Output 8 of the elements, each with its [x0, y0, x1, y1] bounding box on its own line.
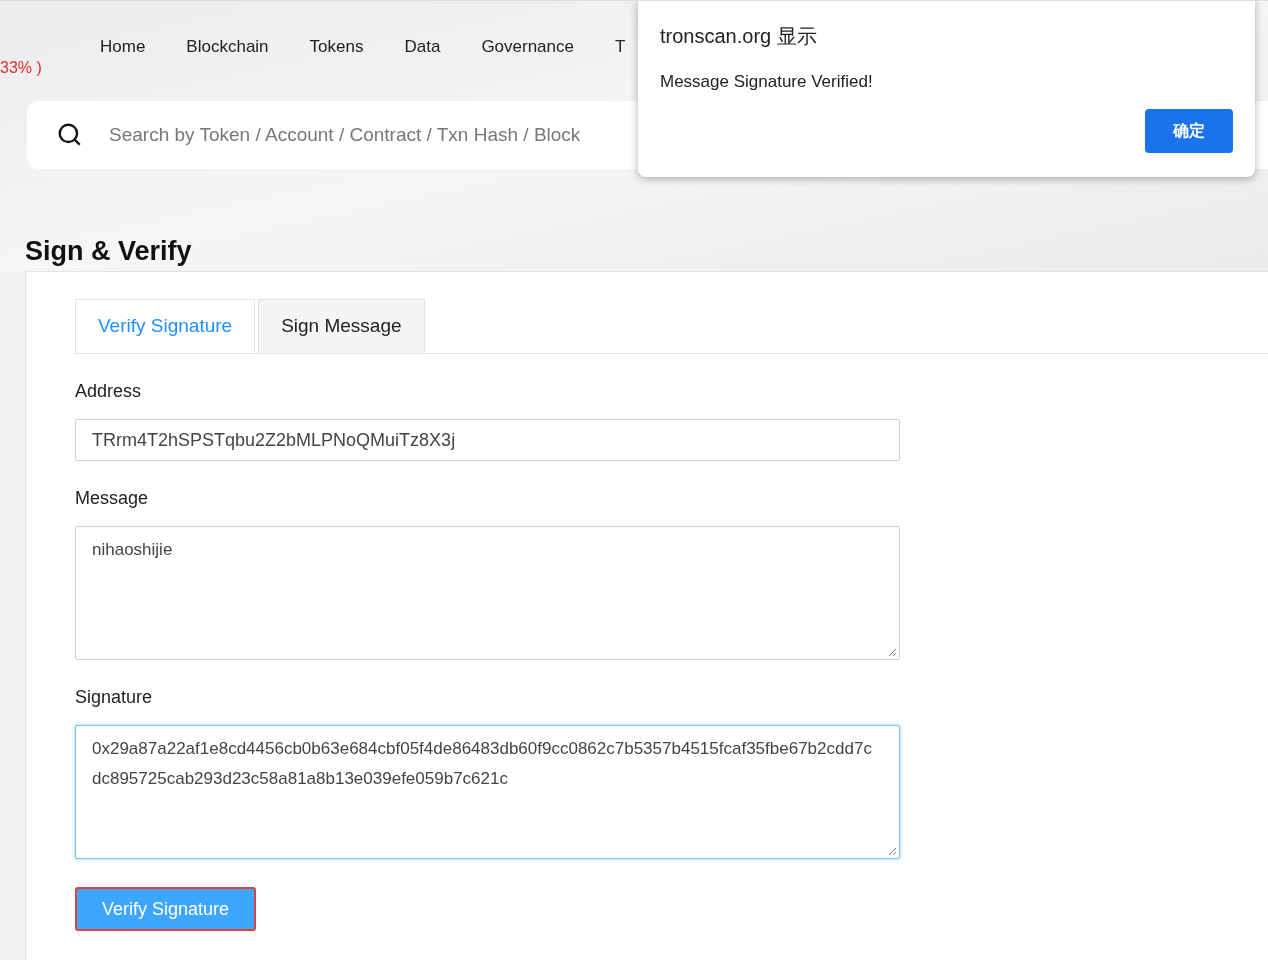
page-title: Sign & Verify	[25, 235, 192, 268]
field-label: Signature	[75, 686, 154, 709]
dialog-title: tronscan.org 显示	[660, 24, 818, 49]
field-label: Message	[75, 487, 150, 510]
dialog-message: Message Signature Verified!	[660, 71, 874, 93]
field-label: Address	[75, 380, 143, 403]
search-placeholder: Search by Token / Account / Contract / Txn Hash / Block	[109, 122, 581, 147]
price-change-text: 33% )	[0, 58, 43, 78]
